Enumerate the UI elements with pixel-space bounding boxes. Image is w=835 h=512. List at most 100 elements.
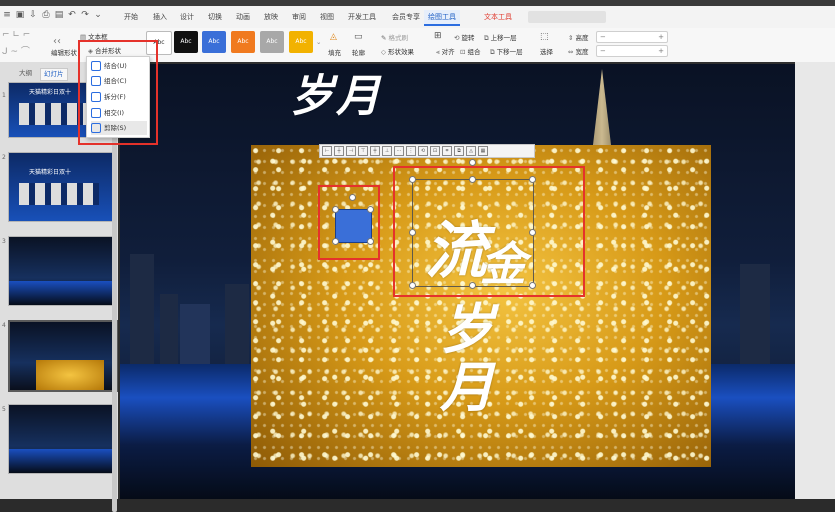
undo-icon[interactable]: ↶ <box>67 9 77 21</box>
menu-tabs-bar: ≡ ▣ ⇩ ⎙ ▤ ↶ ↷ ⌄ 开始 插入 设计 切换 动画 放映 审阅 视图 … <box>0 6 835 29</box>
style-gold-button[interactable]: Abc <box>289 31 313 53</box>
menu-icon[interactable]: ≡ <box>2 9 12 21</box>
slide-thumbnail-3[interactable] <box>8 236 116 306</box>
chevron-left-icon[interactable]: ‹‹ <box>53 36 61 47</box>
rotate-button[interactable]: ⟲ 旋转 <box>454 32 474 42</box>
align-center-icon[interactable]: ┼ <box>334 146 344 156</box>
tab-slides[interactable]: 幻灯片 <box>40 68 68 81</box>
group-icon: ⊡ <box>460 48 466 56</box>
menu-item-fragment[interactable]: 拆分(F) <box>91 90 147 104</box>
style-gray-button[interactable]: Abc <box>260 31 284 53</box>
print-icon[interactable]: ⎙ <box>41 9 51 21</box>
lines-gallery-icon[interactable]: ᒍ ~ ⌒ <box>2 44 30 57</box>
rotate-icon: ⟲ <box>454 34 460 42</box>
panel-scrollbar[interactable] <box>112 82 117 512</box>
tab-design[interactable]: 设计 <box>180 10 194 24</box>
format-brush-button[interactable]: ✎ 格式刷 <box>381 32 408 42</box>
group-label: 组合 <box>467 48 481 56</box>
increase-icon[interactable]: + <box>658 32 664 42</box>
tab-member[interactable]: 会员专享 <box>392 10 420 24</box>
preview-icon[interactable]: ▤ <box>54 9 64 21</box>
slide-thumbnail-4-selected[interactable] <box>8 320 118 392</box>
align-left-icon[interactable]: ⊢ <box>322 146 332 156</box>
style-black-button[interactable]: Abc <box>174 31 198 53</box>
water-reflection <box>9 281 115 305</box>
slide-thumbnail-2[interactable]: 天猫精彩日双十 <box>8 152 116 222</box>
increase-icon[interactable]: + <box>658 46 664 56</box>
tab-view[interactable]: 视图 <box>320 10 334 24</box>
align-bottom-icon[interactable]: ⊥ <box>382 146 392 156</box>
edit-shape-button[interactable]: 编辑形状 <box>51 47 77 57</box>
fill-button[interactable]: 填充 <box>328 47 341 57</box>
menu-item-intersect[interactable]: 相交(I) <box>91 106 147 120</box>
distribute-h-icon[interactable]: ⋯ <box>394 146 404 156</box>
send-backward-icon: ⧉ <box>490 48 495 56</box>
align-top-icon[interactable]: ⊤ <box>358 146 368 156</box>
shape-effect-button[interactable]: ◇ 形状效果 <box>381 46 414 56</box>
height-icon: ⇕ <box>568 34 574 42</box>
align-button[interactable]: ⫷ 对齐 <box>436 46 455 57</box>
width-icon: ⇔ <box>568 48 574 56</box>
fragment-icon <box>91 92 101 102</box>
slide-text-bottom[interactable]: 岁月 <box>440 300 500 416</box>
style-blue-button[interactable]: Abc <box>202 31 226 53</box>
tab-drawing-tools[interactable]: 绘图工具 <box>424 10 460 26</box>
slide-text-top[interactable]: 岁月 <box>290 60 382 124</box>
menu-item-union[interactable]: 结合(U) <box>91 59 147 73</box>
rotate-handle[interactable] <box>469 159 476 166</box>
building <box>225 284 249 364</box>
outline-button[interactable]: 轮廓 <box>352 47 365 57</box>
width-spinner[interactable]: − + <box>596 45 668 57</box>
fill-icon[interactable]: ◬ <box>330 32 337 42</box>
group-button[interactable]: ⊡ 组合 <box>460 46 480 56</box>
shape-effect-icon: ◇ <box>381 48 386 56</box>
rotate-icon[interactable]: ⟲ <box>418 146 428 156</box>
dropdown-icon[interactable]: ⌄ <box>93 9 103 21</box>
menu-item-combine[interactable]: 组合(C) <box>91 74 147 88</box>
crop-icon[interactable]: ⌗ <box>442 146 452 156</box>
tab-insert[interactable]: 插入 <box>153 10 167 24</box>
layer-icon[interactable]: ⧉ <box>454 146 464 156</box>
tab-developer[interactable]: 开发工具 <box>348 10 376 24</box>
height-spinner[interactable]: − + <box>596 31 668 43</box>
tab-slideshow[interactable]: 放映 <box>264 10 278 24</box>
menu-item-subtract[interactable]: 剪除(S) <box>91 121 147 135</box>
send-backward-label: 下移一层 <box>496 48 523 56</box>
align-middle-icon[interactable]: ╪ <box>370 146 380 156</box>
fill-icon[interactable]: ◬ <box>466 146 476 156</box>
tab-text-tools[interactable]: 文本工具 <box>484 10 512 24</box>
align-icon[interactable]: ⊞ <box>434 31 442 41</box>
decrease-icon[interactable]: − <box>600 46 606 56</box>
building <box>160 294 178 364</box>
water-reflection <box>9 449 115 473</box>
style-orange-button[interactable]: Abc <box>231 31 255 53</box>
search-box[interactable] <box>528 11 606 23</box>
product-images <box>19 183 99 205</box>
select-button[interactable]: 选择 <box>540 46 553 56</box>
redo-icon[interactable]: ↷ <box>80 9 90 21</box>
shapes-gallery-icon[interactable]: ⌐ ∟ ⌐ <box>2 30 30 40</box>
tab-home[interactable]: 开始 <box>124 10 138 24</box>
bring-forward-button[interactable]: ⧉ 上移一层 <box>484 32 517 43</box>
slide-number: 4 <box>2 322 6 329</box>
distribute-v-icon[interactable]: ⋮ <box>406 146 416 156</box>
group-icon[interactable]: ⊡ <box>430 146 440 156</box>
thumbnail-title: 天猫精彩日双十 <box>29 169 72 176</box>
tab-outline[interactable]: 大纲 <box>16 68 35 79</box>
tab-animation[interactable]: 动画 <box>236 10 250 24</box>
outline-icon[interactable]: ▭ <box>354 32 363 42</box>
gold-image <box>36 360 104 390</box>
intersect-icon <box>91 108 101 118</box>
send-backward-button[interactable]: ⧉ 下移一层 <box>490 46 523 57</box>
align-right-icon[interactable]: ⊣ <box>346 146 356 156</box>
combine-icon <box>91 76 101 86</box>
style-more-icon[interactable]: ⌄ <box>316 38 321 46</box>
tab-review[interactable]: 审阅 <box>292 10 306 24</box>
select-icon[interactable]: ⬚ <box>540 32 549 42</box>
decrease-icon[interactable]: − <box>600 32 606 42</box>
more-icon[interactable]: ▦ <box>478 146 488 156</box>
slide-thumbnail-5[interactable] <box>8 404 116 474</box>
tab-transition[interactable]: 切换 <box>208 10 222 24</box>
save-icon[interactable]: ▣ <box>15 9 25 21</box>
export-icon[interactable]: ⇩ <box>28 9 38 21</box>
